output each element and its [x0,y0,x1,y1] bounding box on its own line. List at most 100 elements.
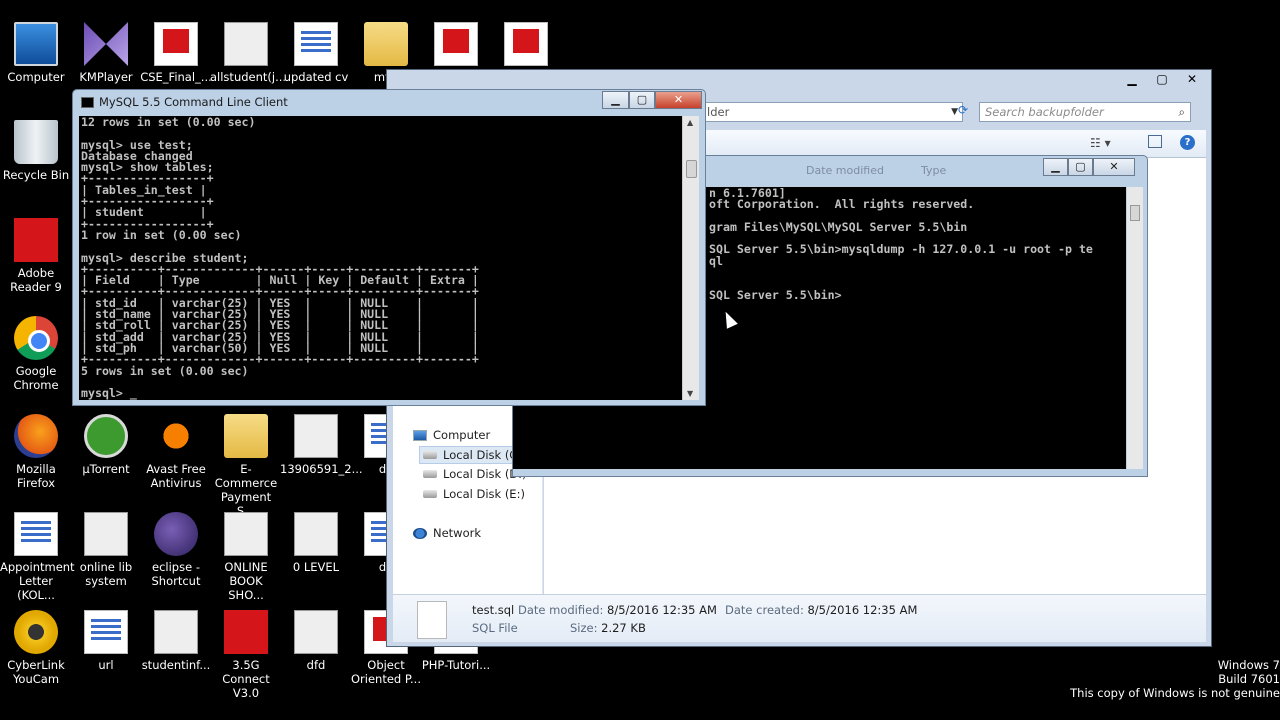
desktop-icon[interactable]: Google Chrome [0,316,72,392]
desktop-icon[interactable]: Avast Free Antivirus [140,414,212,490]
image-file-icon [294,610,338,654]
mysql-console-window[interactable]: MySQL 5.5 Command Line Client ▁ ▢ ✕ 12 r… [72,89,706,406]
close-icon[interactable]: ✕ [1177,70,1207,88]
desktop-icon[interactable]: KMPlayer [70,22,142,84]
desktop-icon-label: µTorrent [82,462,130,476]
desktop-icon-label: 0 LEVEL [292,560,340,574]
desktop-icon-label: online lib system [79,560,133,588]
eclipse-icon [154,512,198,556]
desktop-icon[interactable] [490,22,562,70]
desktop-icon-label: eclipse - Shortcut [151,560,201,588]
desktop-icon-label: Adobe Reader 9 [10,266,62,294]
desktop-icon-label: E-Commerce Payment S... [214,462,278,518]
maximize-icon[interactable]: ▢ [629,91,655,109]
desktop-icon[interactable]: E-Commerce Payment S... [210,414,282,518]
desktop-icon-label: ONLINE BOOK SHO... [224,560,268,602]
image-file-icon [154,610,198,654]
desktop-icon[interactable]: allstudent(j... [210,22,287,84]
image-file-icon [224,22,268,66]
scroll-thumb[interactable] [1130,205,1140,221]
text-file-icon [84,610,128,654]
desktop-icon[interactable]: Computer [0,22,72,84]
computer-icon [413,429,427,441]
desktop-icon-label: Avast Free Antivirus [146,462,206,490]
details-pane: test.sql SQL File Date modified: 8/5/201… [393,594,1206,642]
nav-local-disk-e[interactable]: Local Disk (E:) [423,487,525,501]
desktop-icon-label: Google Chrome [13,364,59,392]
folder-icon [364,22,408,66]
computer-icon [14,22,58,66]
adobe-reader-icon [14,218,58,262]
scroll-down-icon[interactable]: ▼ [687,389,693,398]
maximize-icon[interactable]: ▢ [1147,70,1177,88]
desktop-icon[interactable]: Adobe Reader 9 [0,218,72,294]
desktop-icon[interactable]: Mozilla Firefox [0,414,72,490]
desktop-icon[interactable]: 13906591_2... [280,414,363,476]
desktop-icon[interactable]: eclipse - Shortcut [140,512,212,588]
minimize-icon[interactable]: ▁ [1117,70,1147,88]
folder-icon [224,414,268,458]
disk-icon [423,470,437,478]
desktop-icon[interactable]: studentinf... [140,610,212,672]
recycle-bin-icon [14,120,58,164]
view-options-icon[interactable]: ☷ ▾ [1090,136,1111,150]
minimize-icon[interactable]: ▁ [602,91,629,109]
photo-file-icon [294,414,338,458]
desktop-icon[interactable]: dfd [280,610,352,672]
desktop-icon-label: PHP-Tutori... [421,658,491,672]
desktop-icon-label: Mozilla Firefox [16,462,56,490]
date-created: Date created: 8/5/2016 12:35 AM [725,603,918,617]
desktop-icon-label: dfd [306,658,326,672]
desktop-icon[interactable]: µTorrent [70,414,142,476]
pdf-file-icon [434,22,478,66]
minimize-icon[interactable]: ▁ [1043,158,1068,176]
file-type: SQL File [472,621,518,635]
preview-pane-icon[interactable] [1148,135,1162,148]
desktop-icon[interactable]: Appointment Letter (KOL... [0,512,75,602]
console-app-icon [81,97,94,108]
desktop-icon[interactable] [420,22,492,70]
disk-icon [423,451,437,459]
refresh-icon[interactable]: ⟳ [953,103,973,121]
close-icon[interactable]: ✕ [1093,158,1135,176]
firefox-icon [14,414,58,458]
scroll-up-icon[interactable]: ▲ [687,118,693,127]
image-file-icon [224,512,268,556]
search-icon[interactable]: ⌕ [1179,103,1185,121]
maximize-icon[interactable]: ▢ [1068,158,1093,176]
header-date-modified: Date modified [806,164,884,177]
desktop-icon[interactable]: CSE_Final_... [140,22,212,84]
desktop-icon[interactable]: CyberLink YouCam [0,610,72,686]
desktop-icon[interactable]: 3.5G Connect V3.0 [210,610,282,700]
desktop-icon[interactable]: ONLINE BOOK SHO... [210,512,282,602]
date-modified: Date modified: 8/5/2016 12:35 AM [518,603,717,617]
desktop-icon-label: Computer [7,70,65,84]
console-output[interactable]: 12 rows in set (0.00 sec) mysql> use tes… [79,116,683,400]
desktop-icon[interactable]: updated cv [280,22,352,84]
console-scrollbar[interactable]: ▲ ▼ [682,116,699,400]
help-icon[interactable]: ? [1180,135,1195,150]
search-input[interactable]: Search backupfolder ⌕ [979,102,1191,122]
scroll-thumb[interactable] [686,160,697,178]
desktop-icon-label: KMPlayer [79,70,133,84]
desktop-icon-label: allstudent(j... [210,70,287,84]
desktop-icon[interactable]: url [70,610,142,672]
cmd-window-controls: ▁ ▢ ✕ [1043,158,1135,176]
nav-network[interactable]: Network [413,526,481,540]
desktop-icon[interactable]: online lib system [70,512,142,588]
nav-computer[interactable]: Computer [413,428,490,442]
address-bar[interactable]: lder ▼ [703,102,963,122]
file-size: Size: 2.27 KB [570,621,646,635]
image-file-icon [84,512,128,556]
desktop-icon[interactable]: 0 LEVEL [280,512,352,574]
close-icon[interactable]: ✕ [655,91,702,109]
cmd-scrollbar[interactable] [1127,187,1143,469]
explorer-window-controls: ▁ ▢ ✕ [1117,70,1207,88]
desktop-icon[interactable]: Recycle Bin [0,120,72,182]
windows-watermark: Windows 7 Build 7601 This copy of Window… [1070,658,1280,700]
desktop-icon-label: updated cv [283,70,349,84]
console-output-text: 12 rows in set (0.00 sec) mysql> use tes… [81,116,479,400]
pdf-file-icon [154,22,198,66]
nav-local-disk-d[interactable]: Local Disk (D:) [423,467,527,481]
header-type: Type [921,164,947,177]
